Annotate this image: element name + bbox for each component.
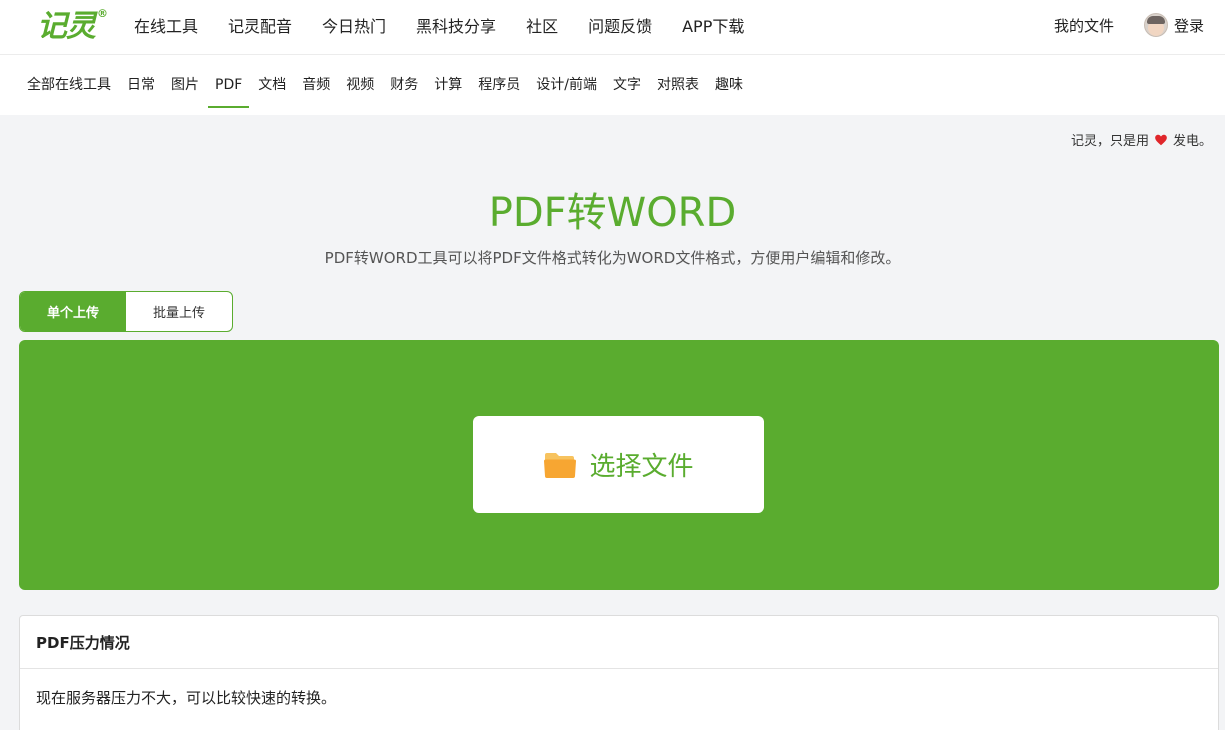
nav-today-hot[interactable]: 今日热门 [322, 13, 386, 37]
upload-mode-tabs: 单个上传 批量上传 [19, 291, 233, 332]
tab-single-upload[interactable]: 单个上传 [20, 292, 126, 331]
nav-feedback[interactable]: 问题反馈 [588, 13, 652, 37]
folder-icon [544, 452, 577, 478]
page-title: PDF转WORD [488, 190, 737, 236]
panel-status-text: 现在服务器压力不大，可以比较快速的转换。 [36, 689, 337, 707]
select-file-button[interactable]: 选择文件 [473, 416, 764, 513]
panel-title: PDF压力情况 [20, 616, 1218, 669]
category-daily[interactable]: 日常 [127, 56, 155, 114]
slogan-after: 发电。 [1172, 134, 1212, 149]
category-programmer[interactable]: 程序员 [478, 56, 520, 114]
upload-dropzone[interactable]: 选择文件 [19, 340, 1219, 590]
avatar-hair [1146, 16, 1165, 24]
select-file-label: 选择文件 [589, 452, 694, 482]
category-finance[interactable]: 财务 [390, 56, 418, 114]
my-files-link[interactable]: 我的文件 [1054, 15, 1114, 36]
nav-jiling-dubbing[interactable]: 记灵配音 [228, 13, 292, 37]
nav-online-tools[interactable]: 在线工具 [134, 13, 198, 37]
category-comparison-table[interactable]: 对照表 [657, 56, 699, 114]
registered-mark: ® [97, 7, 108, 20]
pdf-load-panel: PDF压力情况 现在服务器压力不大，可以比较快速的转换。 [19, 615, 1219, 730]
category-calculate[interactable]: 计算 [434, 56, 462, 114]
category-nav: 全部在线工具 日常 图片 PDF 文档 音频 视频 财务 计算 程序员 设计/前… [0, 55, 1225, 115]
category-design-frontend[interactable]: 设计/前端 [536, 56, 597, 114]
category-audio[interactable]: 音频 [302, 56, 330, 114]
site-logo[interactable]: 记灵 ® [37, 7, 108, 46]
category-all-tools[interactable]: 全部在线工具 [27, 56, 111, 114]
nav-app-download[interactable]: APP下载 [682, 13, 744, 37]
user-avatar[interactable] [1143, 13, 1168, 37]
login-link[interactable]: 登录 [1174, 15, 1204, 36]
nav-tech-share[interactable]: 黑科技分享 [416, 13, 496, 37]
tab-batch-upload[interactable]: 批量上传 [126, 292, 232, 331]
category-document[interactable]: 文档 [258, 56, 286, 114]
category-text[interactable]: 文字 [613, 56, 641, 114]
nav-community[interactable]: 社区 [526, 13, 558, 37]
category-fun[interactable]: 趣味 [715, 56, 743, 114]
slogan: 记灵，只是用 发电。 [1071, 130, 1212, 149]
category-pdf[interactable]: PDF [207, 56, 250, 114]
top-navbar: 记灵 ® 在线工具 记灵配音 今日热门 黑科技分享 社区 问题反馈 APP下载 … [0, 0, 1225, 55]
page-description: PDF转WORD工具可以将PDF文件格式转化为WORD文件格式，方便用户编辑和修… [324, 249, 901, 267]
user-links: 我的文件 登录 [1054, 0, 1204, 50]
heart-icon [1155, 134, 1167, 145]
slogan-before: 记灵，只是用 [1070, 134, 1149, 149]
category-image[interactable]: 图片 [171, 56, 199, 114]
main-nav: 在线工具 记灵配音 今日热门 黑科技分享 社区 问题反馈 APP下载 [119, 0, 759, 50]
logo-text: 记灵 [37, 9, 96, 44]
category-video[interactable]: 视频 [346, 56, 374, 114]
